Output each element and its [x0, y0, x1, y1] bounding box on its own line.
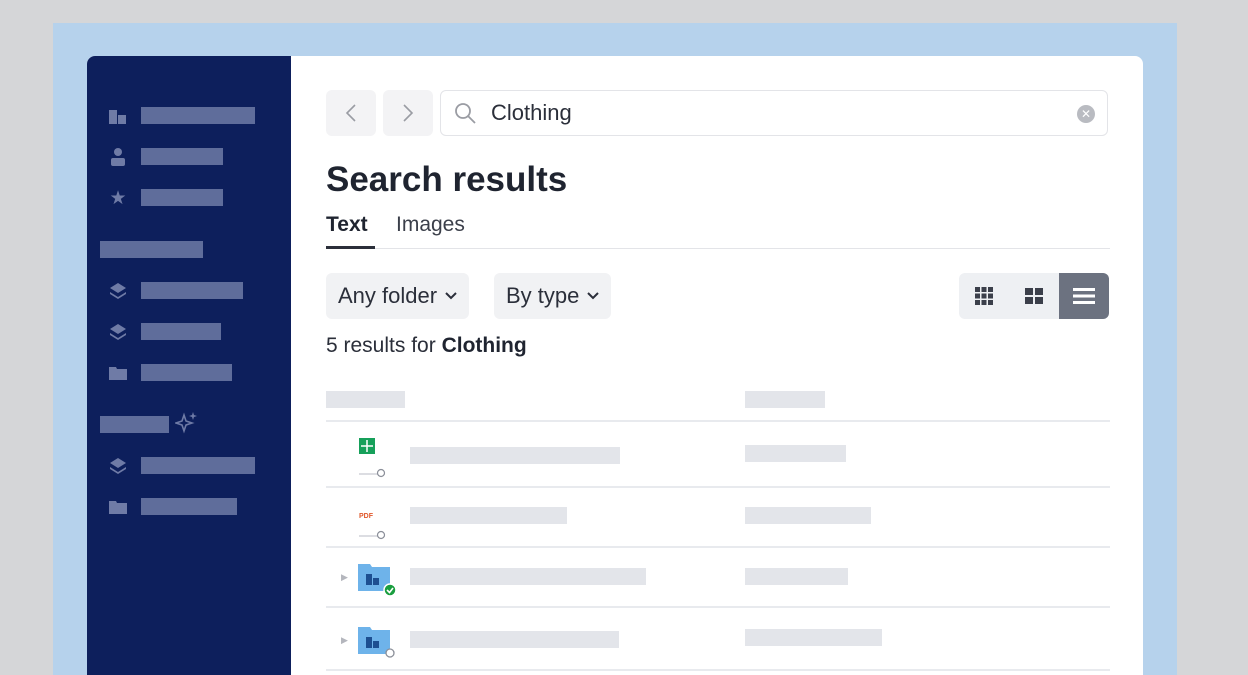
- expand-caret-icon[interactable]: ▶: [341, 572, 348, 583]
- page-title: Search results: [326, 160, 568, 199]
- sidebar-item-6[interactable]: [141, 364, 232, 381]
- large-grid-view-button[interactable]: [1009, 273, 1059, 319]
- type-filter-dropdown[interactable]: By type: [494, 273, 612, 319]
- sidebar: ★: [87, 56, 291, 675]
- results-count: 5 results for Clothing: [326, 334, 527, 358]
- file-name-2[interactable]: [410, 507, 567, 524]
- results-count-prefix: 5 results for: [326, 334, 436, 357]
- chevron-down-icon: [445, 292, 457, 300]
- clear-search-icon[interactable]: ✕: [1077, 105, 1095, 123]
- spreadsheet-icon: [353, 434, 393, 478]
- sidebar-section-heading: [100, 241, 203, 258]
- file-name-1[interactable]: [410, 447, 620, 464]
- row-divider: [326, 606, 1110, 608]
- file-name-4[interactable]: [410, 631, 619, 648]
- column-header-name[interactable]: [326, 391, 405, 408]
- chevron-left-icon: [345, 104, 356, 122]
- person-icon: [109, 148, 127, 166]
- folder-icon: [109, 364, 127, 382]
- building-icon: [109, 107, 127, 125]
- small-grid-icon: [975, 287, 993, 305]
- type-filter-label: By type: [506, 283, 580, 308]
- folder-filter-label: Any folder: [338, 283, 438, 308]
- file-modified-2: [745, 507, 871, 524]
- chevron-right-icon: [403, 104, 414, 122]
- app-window: ★ Clothing ✕ Search results Text Images …: [87, 56, 1143, 675]
- folder-icon: [109, 498, 127, 516]
- sidebar-item-1[interactable]: [141, 107, 255, 124]
- tab-text[interactable]: Text: [326, 213, 368, 237]
- list-icon: [1073, 288, 1095, 304]
- sidebar-section-heading-2: [100, 416, 169, 433]
- sidebar-item-2[interactable]: [141, 148, 223, 165]
- back-button[interactable]: [326, 90, 376, 136]
- sidebar-item-7[interactable]: [141, 457, 255, 474]
- star-icon: ★: [109, 187, 127, 209]
- row-divider: [326, 486, 1110, 488]
- active-tab-underline: [326, 246, 375, 249]
- forward-button[interactable]: [383, 90, 433, 136]
- folder-filter-dropdown[interactable]: Any folder: [326, 273, 470, 319]
- tab-images[interactable]: Images: [396, 213, 465, 237]
- column-header-modified[interactable]: [745, 391, 825, 408]
- results-query: Clothing: [441, 334, 527, 357]
- result-tabs: Text Images: [326, 211, 1110, 249]
- stack-icon: [109, 323, 127, 341]
- row-divider: [326, 546, 1110, 548]
- chevron-down-icon: [587, 292, 600, 300]
- stack-icon: [109, 282, 127, 300]
- stack-icon: [109, 457, 127, 475]
- view-switcher: [959, 273, 1109, 319]
- search-icon: [455, 103, 476, 124]
- sidebar-item-4[interactable]: [141, 282, 243, 299]
- search-input[interactable]: Clothing: [491, 100, 572, 126]
- sidebar-item-8[interactable]: [141, 498, 237, 515]
- row-divider: [326, 669, 1110, 671]
- expand-caret-icon[interactable]: ▶: [341, 635, 348, 646]
- file-modified-4: [745, 629, 882, 646]
- large-grid-icon: [1025, 288, 1043, 304]
- sidebar-item-5[interactable]: [141, 323, 221, 340]
- file-modified-3: [745, 568, 848, 585]
- sidebar-item-3[interactable]: [141, 189, 223, 206]
- list-view-button[interactable]: [1059, 273, 1109, 319]
- main-panel: Clothing ✕ Search results Text Images An…: [291, 56, 1143, 675]
- svg-text:PDF: PDF: [359, 513, 374, 520]
- row-divider: [326, 420, 1110, 422]
- pdf-icon: PDF: [353, 498, 393, 542]
- shared-folder-icon: [356, 622, 398, 662]
- shared-folder-icon: [356, 559, 398, 599]
- small-grid-view-button[interactable]: [959, 273, 1009, 319]
- search-box[interactable]: Clothing ✕: [440, 90, 1108, 136]
- sparkle-icon: [173, 412, 197, 434]
- file-name-3[interactable]: [410, 568, 646, 585]
- file-modified-1: [745, 445, 846, 462]
